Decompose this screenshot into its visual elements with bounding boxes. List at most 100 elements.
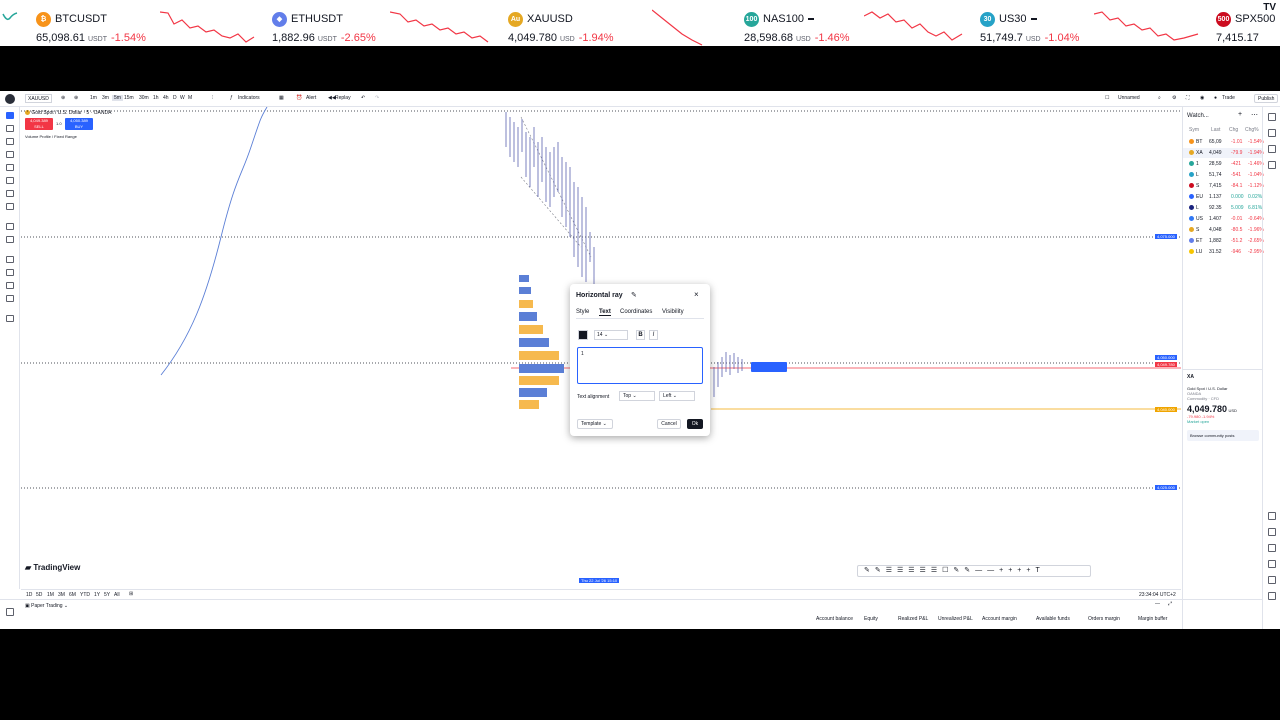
- layout-toggle-icon[interactable]: ☐: [1105, 95, 1109, 101]
- chart-type-icon[interactable]: ⫶: [212, 95, 213, 101]
- range-all[interactable]: All: [114, 592, 120, 598]
- range-1y[interactable]: 1Y: [94, 592, 100, 598]
- alerts-panel-icon[interactable]: [1268, 129, 1276, 137]
- tf-1m[interactable]: 1m: [90, 95, 97, 101]
- watchlist-row[interactable]: L 51,74 -541 -1.04%: [1183, 170, 1264, 180]
- watchlist-row[interactable]: S 4,048 -80.5 -1.96%: [1183, 225, 1264, 235]
- italic-toggle[interactable]: I: [649, 330, 658, 340]
- indicators-button[interactable]: Indicators: [238, 95, 260, 101]
- quick-search-icon[interactable]: ⌕: [1158, 95, 1161, 101]
- template-button[interactable]: Template ⌄: [577, 419, 613, 429]
- replay-button[interactable]: Replay: [335, 95, 351, 101]
- trash-icon[interactable]: [6, 315, 14, 322]
- stay-drawing-icon[interactable]: [6, 269, 14, 276]
- indicators-icon[interactable]: ƒ: [230, 95, 233, 101]
- add-symbol-icon[interactable]: ⊕: [61, 95, 65, 101]
- ticker-item-ethusdt[interactable]: ◆ ETHUSDT 1,882.96 USDT -2.65%: [272, 0, 502, 46]
- ticker-item-btcusdt[interactable]: ₿ BTCUSDT 65,098.61 USDT -1.54%: [36, 0, 266, 46]
- tf-m[interactable]: M: [188, 95, 192, 101]
- range-3m[interactable]: 3M: [58, 592, 65, 598]
- notifications-icon[interactable]: [1268, 560, 1276, 568]
- watchlist-icon[interactable]: [1268, 113, 1276, 121]
- trade-icon[interactable]: ●: [1214, 95, 1217, 101]
- watchlist-row[interactable]: 1 28,59 -421 -1.46%: [1183, 159, 1264, 169]
- tab-visibility[interactable]: Visibility: [662, 309, 684, 315]
- tab-coordinates[interactable]: Coordinates: [620, 309, 652, 315]
- more-icon[interactable]: [1268, 592, 1276, 600]
- layout-name-button[interactable]: Unnamed: [1118, 95, 1140, 101]
- lock-drawings-icon[interactable]: [6, 282, 14, 289]
- ticker-scroll-left-icon[interactable]: [2, 12, 18, 22]
- paper-trading-tab[interactable]: ▣ Paper Trading ⌄: [25, 603, 68, 609]
- fib-tool-icon[interactable]: [6, 138, 14, 145]
- ticker-item-nas100[interactable]: 100 NAS100 28,598.68 USD -1.46%: [744, 0, 974, 46]
- help-icon[interactable]: [1268, 528, 1276, 536]
- rename-pencil-icon[interactable]: ✎: [631, 291, 637, 299]
- watchlist-title[interactable]: Watch...: [1187, 113, 1209, 119]
- fullscreen-icon[interactable]: ⛶: [1186, 95, 1190, 101]
- range-1d[interactable]: 1D: [26, 592, 32, 598]
- tf-d[interactable]: D: [173, 95, 177, 101]
- watchlist-row[interactable]: US 1.407 -0.01 -0.64%: [1183, 214, 1264, 224]
- ok-button[interactable]: Ok: [687, 419, 703, 429]
- tf-4h[interactable]: 4h: [163, 95, 169, 101]
- vertical-align-select[interactable]: Top ⌄: [619, 391, 655, 401]
- watchlist-row[interactable]: BT 65,09 -1.01 -1.54%: [1183, 137, 1264, 147]
- watchlist-row[interactable]: LU 31.52 -946 -2.95%: [1183, 247, 1264, 257]
- tf-5m-active[interactable]: 5m: [112, 95, 123, 101]
- forecast-tool-icon[interactable]: [6, 164, 14, 171]
- undo-icon[interactable]: ↶: [361, 95, 365, 101]
- watchlist-row[interactable]: EU 1.137 0.000 0.02%: [1183, 192, 1263, 202]
- compare-icon[interactable]: ⊕: [74, 95, 78, 101]
- user-avatar[interactable]: [5, 94, 15, 104]
- ticker-item-xauusd[interactable]: Au XAUUSD 4,049.780 USD -1.94%: [508, 0, 738, 46]
- bell-icon[interactable]: [1268, 576, 1276, 584]
- horizontal-align-select[interactable]: Left ⌄: [659, 391, 695, 401]
- tf-w[interactable]: W: [180, 95, 185, 101]
- watchlist-row[interactable]: XA 4,049 -79.9 -1.94%: [1183, 148, 1264, 158]
- watchlist-row[interactable]: ET 1,882 -51.2 -2.65%: [1183, 236, 1264, 246]
- tradingview-logo[interactable]: ▰ TradingView: [25, 563, 80, 572]
- range-5y[interactable]: 5Y: [104, 592, 110, 598]
- ticker-item-us30[interactable]: 30 US30 51,749.7 USD -1.04%: [980, 0, 1210, 46]
- tf-3m[interactable]: 3m: [102, 95, 109, 101]
- alert-button[interactable]: Alert: [306, 95, 316, 101]
- community-posts-button[interactable]: Browse community posts: [1187, 430, 1259, 441]
- alert-icon[interactable]: ⏰: [296, 95, 302, 101]
- text-tool-icon[interactable]: [6, 190, 14, 197]
- range-6m[interactable]: 6M: [69, 592, 76, 598]
- date-range-icon[interactable]: ⊞: [129, 591, 133, 597]
- range-1m[interactable]: 1M: [47, 592, 54, 598]
- trend-line-tool-icon[interactable]: [6, 125, 14, 132]
- text-color-swatch[interactable]: [578, 330, 588, 340]
- watchlist-row[interactable]: S 7,415 -84.1 -1.12%: [1183, 181, 1264, 191]
- cursor-tool-icon[interactable]: [6, 112, 14, 119]
- range-ytd[interactable]: YTD: [80, 592, 90, 598]
- trade-button[interactable]: Trade: [1222, 95, 1235, 101]
- hide-drawings-icon[interactable]: [6, 295, 14, 302]
- emoji-tool-icon[interactable]: [6, 203, 14, 210]
- panel-maximize-icon[interactable]: ⤢: [1168, 601, 1172, 607]
- settings-icon[interactable]: ⚙: [1172, 95, 1176, 101]
- text-input[interactable]: 1: [577, 347, 703, 384]
- tf-15m[interactable]: 15m: [124, 95, 134, 101]
- floating-drawing-toolbar[interactable]: ✎✎☰☰☰☰☰☐✎✎——++++T: [857, 565, 1091, 577]
- tf-30m[interactable]: 30m: [139, 95, 149, 101]
- clock[interactable]: 23:34:04 UTC+2: [1139, 592, 1176, 598]
- layout-grid-icon[interactable]: ▦: [279, 95, 284, 101]
- tab-style[interactable]: Style: [576, 309, 589, 315]
- watchlist-more-icon[interactable]: ⋯: [1251, 111, 1258, 119]
- pattern-tool-icon[interactable]: [6, 151, 14, 158]
- watchlist-add-icon[interactable]: +: [1238, 111, 1242, 118]
- brush-tool-icon[interactable]: [6, 177, 14, 184]
- tab-text-active[interactable]: Text: [599, 309, 611, 316]
- close-icon[interactable]: ×: [694, 290, 699, 299]
- zoom-tool-icon[interactable]: [6, 236, 14, 243]
- left-bottom-icon[interactable]: [6, 608, 14, 616]
- calendar-icon[interactable]: [1268, 544, 1276, 552]
- panel-minimize-icon[interactable]: —: [1155, 601, 1160, 607]
- publish-button[interactable]: Publish: [1254, 94, 1279, 103]
- chat-icon[interactable]: [1268, 161, 1276, 169]
- symbol-search-button[interactable]: XAUUSD: [25, 94, 52, 103]
- range-5d[interactable]: 5D: [36, 592, 42, 598]
